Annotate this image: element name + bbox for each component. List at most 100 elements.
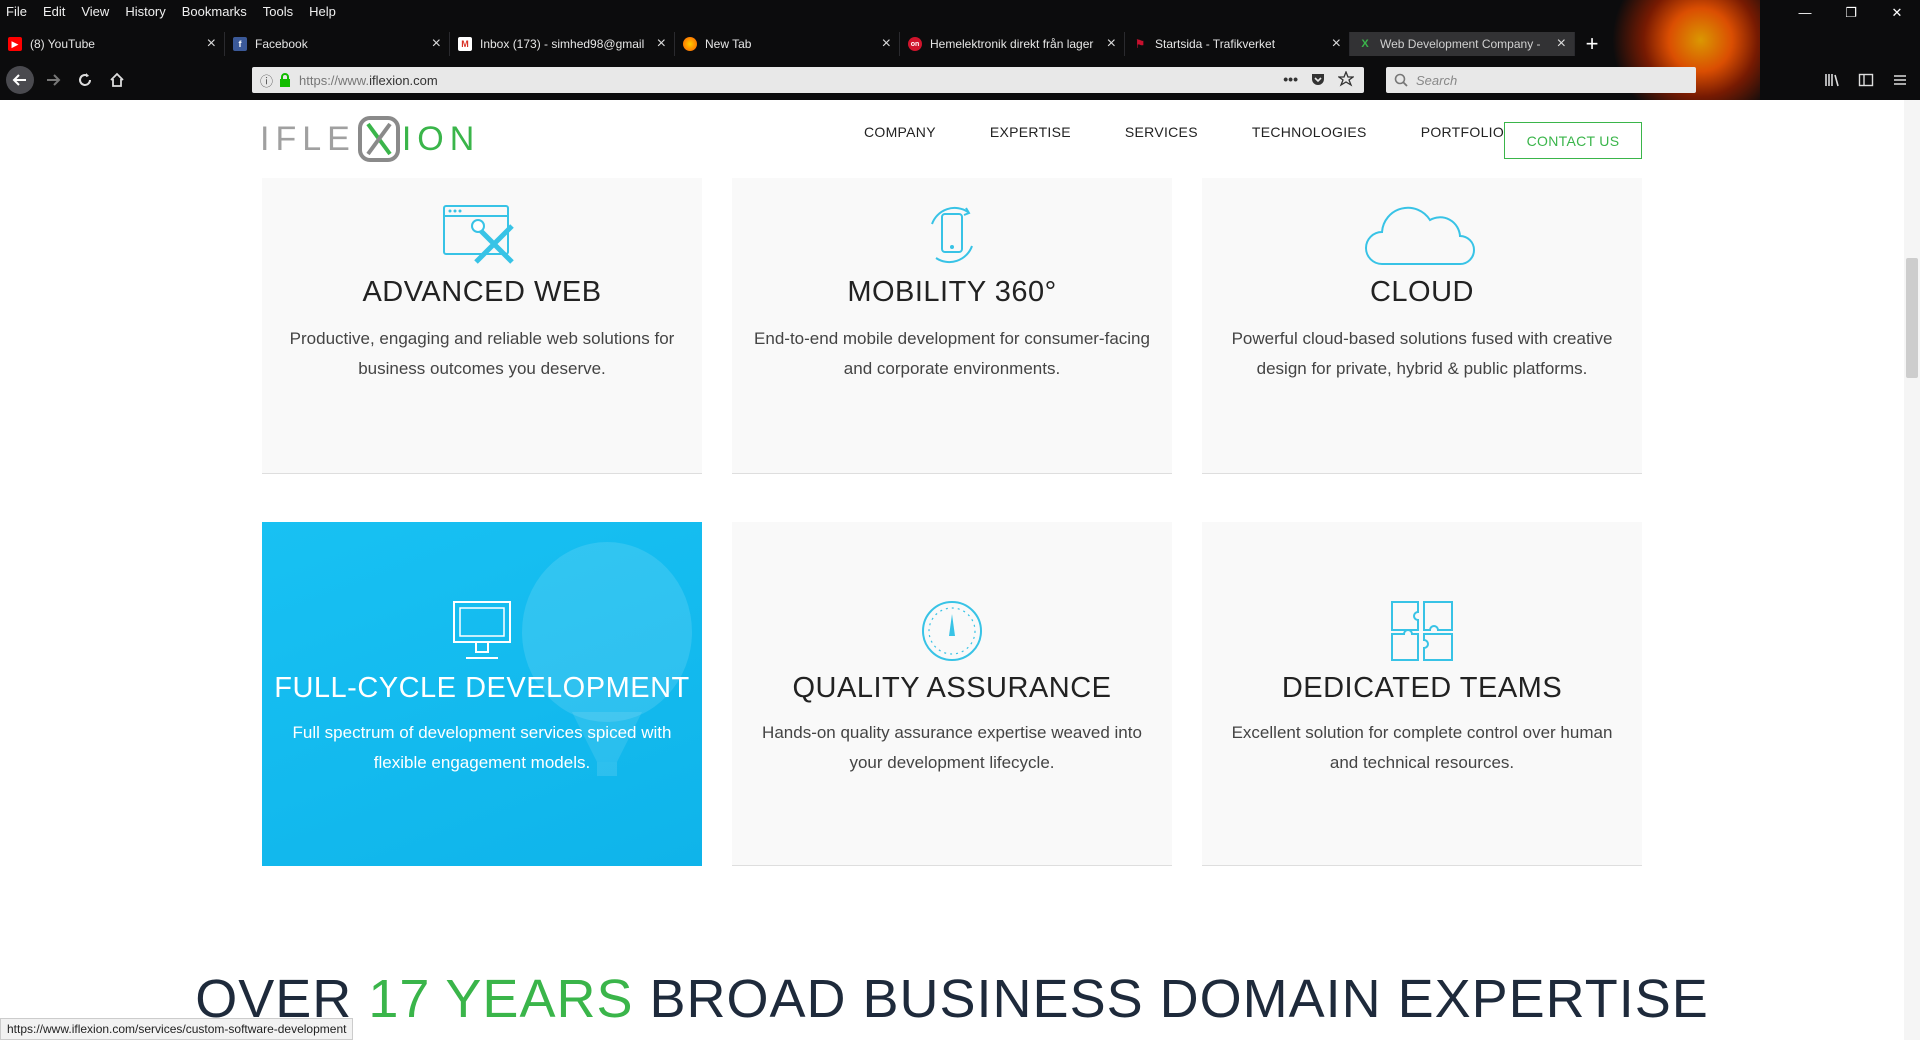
- forward-button[interactable]: [40, 68, 66, 92]
- tab-strip: ▶ (8) YouTube × f Facebook × M Inbox (17…: [0, 31, 1920, 56]
- nav-company[interactable]: COMPANY: [864, 124, 936, 140]
- iflexion-logo[interactable]: IFLE ION: [260, 116, 480, 162]
- sidebar-icon[interactable]: [1858, 72, 1874, 88]
- url-bar[interactable]: ⓘ https://www.iflexion.com •••: [252, 67, 1364, 93]
- menu-tools[interactable]: Tools: [263, 4, 293, 19]
- mobile-rotate-icon: [931, 207, 973, 263]
- card-title: CLOUD: [1369, 276, 1474, 308]
- bookmark-star-icon[interactable]: [1338, 71, 1354, 87]
- minimize-icon[interactable]: —: [1782, 0, 1828, 26]
- search-placeholder: Search: [1416, 72, 1458, 88]
- site-nav: COMPANY EXPERTISE SERVICES TECHNOLOGIES …: [864, 124, 1558, 140]
- reload-icon: [79, 73, 91, 86]
- card-description: Excellent solution for complete control …: [1231, 723, 1613, 772]
- library-icon[interactable]: [1824, 72, 1840, 88]
- nav-portfolio[interactable]: PORTFOLIO: [1421, 124, 1504, 140]
- home-button[interactable]: [104, 68, 130, 92]
- facebook-icon: f: [233, 37, 247, 51]
- firefox-icon: [683, 37, 697, 51]
- info-icon[interactable]: ⓘ: [260, 71, 273, 90]
- close-tab-icon[interactable]: ×: [657, 35, 666, 53]
- url-tools: •••: [1283, 71, 1354, 87]
- menu-help[interactable]: Help: [309, 4, 336, 19]
- card-description: End-to-end mobile development for consum…: [754, 329, 1150, 378]
- youtube-icon: ▶: [8, 37, 22, 51]
- back-button[interactable]: [6, 66, 34, 94]
- service-card-cloud[interactable]: CLOUD Powerful cloud-based solutions fus…: [1202, 176, 1642, 474]
- reload-button[interactable]: [72, 68, 98, 92]
- menu-history[interactable]: History: [125, 4, 165, 19]
- puzzle-icon: [1391, 601, 1453, 661]
- trafikverket-icon: ⚑: [1134, 37, 1146, 51]
- service-card-mobility[interactable]: MOBILITY 360° End-to-end mobile developm…: [732, 176, 1172, 474]
- card-title: FULL-CYCLE DEVELOPMENT: [274, 672, 690, 704]
- card-description: Hands-on quality assurance expertise wea…: [762, 723, 1142, 772]
- close-tab-icon[interactable]: ×: [882, 35, 891, 53]
- menu-bookmarks[interactable]: Bookmarks: [182, 4, 247, 19]
- page-actions-icon[interactable]: •••: [1283, 71, 1298, 87]
- netonnet-icon: on: [908, 37, 922, 51]
- card-title: MOBILITY 360°: [847, 276, 1057, 308]
- close-tab-icon[interactable]: ×: [432, 35, 441, 53]
- iflexion-icon: X: [1361, 38, 1369, 50]
- tab-label: (8) YouTube: [30, 37, 95, 51]
- card-title: QUALITY ASSURANCE: [792, 672, 1112, 704]
- heading-highlight: 17 YEARS: [368, 969, 634, 1029]
- tab-youtube[interactable]: ▶ (8) YouTube ×: [0, 32, 225, 56]
- tab-facebook[interactable]: f Facebook ×: [225, 32, 450, 56]
- close-tab-icon[interactable]: ×: [207, 35, 216, 53]
- scrollbar-thumb[interactable]: [1906, 258, 1918, 378]
- lock-icon: [280, 73, 291, 87]
- contact-us-button[interactable]: CONTACT US: [1504, 122, 1642, 159]
- menu-bar: File Edit View History Bookmarks Tools H…: [0, 0, 1920, 23]
- tab-new-tab[interactable]: New Tab ×: [675, 32, 900, 56]
- tab-label: Facebook: [255, 37, 308, 51]
- logo-text-right: ION: [401, 119, 481, 158]
- search-bar[interactable]: Search: [1386, 67, 1696, 93]
- close-tab-icon[interactable]: ×: [1332, 35, 1341, 53]
- card-description: Powerful cloud-based solutions fused wit…: [1231, 329, 1613, 378]
- card-title: DEDICATED TEAMS: [1281, 672, 1563, 704]
- tab-gmail[interactable]: M Inbox (173) - simhed98@gmail. ×: [450, 32, 675, 56]
- nav-services[interactable]: SERVICES: [1125, 124, 1198, 140]
- close-window-icon[interactable]: ✕: [1874, 0, 1920, 26]
- monitor-icon: [453, 601, 511, 659]
- tab-iflexion[interactable]: X Web Development Company - ×: [1350, 32, 1575, 56]
- pocket-icon[interactable]: [1310, 71, 1326, 87]
- browser-chrome: File Edit View History Bookmarks Tools H…: [0, 0, 1920, 100]
- menu-edit[interactable]: Edit: [43, 4, 65, 19]
- tab-trafikverket[interactable]: ⚑ Startsida - Trafikverket ×: [1125, 32, 1350, 56]
- new-tab-button[interactable]: +: [1575, 31, 1609, 56]
- back-arrow-icon: [12, 74, 26, 86]
- navigation-toolbar: ⓘ https://www.iflexion.com ••• Search: [0, 64, 1920, 96]
- nav-technologies[interactable]: TECHNOLOGIES: [1252, 124, 1367, 140]
- close-tab-icon[interactable]: ×: [1557, 35, 1566, 53]
- site-header: IFLE ION COMPANY EXPERTISE SERVICES TECH…: [0, 100, 1904, 178]
- url-prefix: https://www.: [299, 72, 370, 88]
- logo-x-icon: [357, 116, 400, 162]
- menu-view[interactable]: View: [81, 4, 109, 19]
- gmail-icon: M: [458, 37, 472, 51]
- nav-expertise[interactable]: EXPERTISE: [990, 124, 1071, 140]
- tab-netonnet[interactable]: on Hemelektronik direkt från lager ×: [900, 32, 1125, 56]
- service-card-quality-assurance[interactable]: QUALITY ASSURANCE Hands-on quality assur…: [732, 522, 1172, 866]
- toolbar-right: [1824, 72, 1908, 88]
- card-description: Full spectrum of development services sp…: [292, 723, 672, 772]
- restore-icon[interactable]: ❐: [1828, 0, 1874, 26]
- service-card-advanced-web[interactable]: ADVANCED WEB Productive, engaging and re…: [262, 176, 702, 474]
- cloud-icon: [1365, 206, 1475, 265]
- window-controls: — ❐ ✕: [1782, 0, 1920, 26]
- service-card-full-cycle[interactable]: FULL-CYCLE DEVELOPMENT Full spectrum of …: [262, 522, 702, 866]
- page-content: IFLE ION COMPANY EXPERTISE SERVICES TECH…: [0, 100, 1904, 1040]
- hamburger-menu-icon[interactable]: [1892, 72, 1908, 88]
- url-host: iflexion.com: [369, 72, 438, 88]
- page-scrollbar[interactable]: [1904, 100, 1920, 1040]
- search-icon: [1394, 73, 1408, 87]
- gauge-icon: [922, 601, 982, 661]
- service-card-dedicated-teams[interactable]: DEDICATED TEAMS Excellent solution for c…: [1202, 522, 1642, 866]
- menu-file[interactable]: File: [6, 4, 27, 19]
- close-tab-icon[interactable]: ×: [1107, 35, 1116, 53]
- web-tools-icon: [443, 205, 514, 264]
- tab-label: New Tab: [705, 37, 752, 51]
- home-icon: [110, 72, 124, 87]
